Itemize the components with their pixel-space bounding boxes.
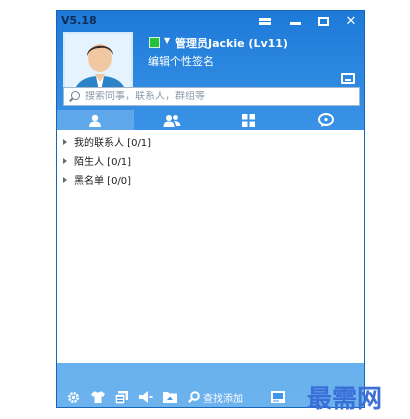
expand-arrow-icon[interactable] <box>63 138 67 145</box>
im-main-window: V5.18 ✕ ▼ 管理员Jackie (Lv11) 编辑个性签名 搜索同事，联… <box>56 10 365 408</box>
maximize-button[interactable] <box>310 13 336 29</box>
message-box-icon[interactable] <box>341 73 355 84</box>
file-transfer-button[interactable] <box>115 390 128 404</box>
search-bar[interactable] <box>63 87 360 106</box>
svg-text:最需网: 最需网 <box>307 384 382 413</box>
expand-arrow-icon[interactable] <box>63 157 67 164</box>
message-manager-button[interactable] <box>271 390 285 404</box>
speaker-icon <box>139 391 153 403</box>
group-label: 我的联系人 [0/1] <box>74 138 152 149</box>
expand-arrow-icon[interactable] <box>63 176 67 183</box>
folder-icon <box>163 392 177 403</box>
title-bar[interactable]: V5.18 ✕ <box>57 11 364 33</box>
status-dropdown-icon[interactable]: ▼ <box>164 36 170 45</box>
close-button[interactable]: ✕ <box>338 13 364 29</box>
shared-folder-button[interactable] <box>163 390 177 404</box>
avatar[interactable] <box>63 32 133 94</box>
group-label: 黑名单 [0/0] <box>74 176 132 187</box>
signature-field[interactable]: 编辑个性签名 <box>148 53 214 69</box>
gear-icon <box>68 391 79 403</box>
shirt-icon <box>91 391 105 403</box>
tab-groups[interactable] <box>134 110 211 130</box>
recent-icon <box>317 113 334 127</box>
search-icon <box>69 91 80 102</box>
group-my-contacts[interactable]: 我的联系人 [0/1] <box>57 132 364 151</box>
watermark-logo: 最需网 <box>307 384 382 413</box>
main-tabs <box>57 110 364 130</box>
contact-list: 我的联系人 [0/1] 陌生人 [0/1] 黑名单 [0/0] <box>57 130 364 363</box>
search-input[interactable] <box>85 91 355 102</box>
user-avatar-icon <box>65 34 131 92</box>
main-menu-button[interactable] <box>252 13 278 29</box>
file-icon <box>115 390 128 404</box>
group-label: 陌生人 [0/1] <box>74 157 132 168</box>
version-label: V5.18 <box>61 14 97 27</box>
contacts-icon <box>89 114 102 127</box>
skin-button[interactable] <box>91 390 105 404</box>
groups-icon <box>163 114 181 127</box>
minimize-button[interactable] <box>282 13 308 29</box>
tab-recent[interactable] <box>287 110 364 130</box>
search-icon <box>188 391 200 403</box>
message-manager-icon <box>271 391 285 403</box>
tab-apps[interactable] <box>211 110 288 130</box>
apps-icon <box>242 113 256 127</box>
tab-contacts[interactable] <box>57 110 134 130</box>
username: 管理员Jackie (Lv11) <box>175 37 288 50</box>
group-strangers[interactable]: 陌生人 [0/1] <box>57 151 364 170</box>
broadcast-button[interactable] <box>139 390 153 404</box>
online-status-icon[interactable] <box>149 37 160 48</box>
group-blacklist[interactable]: 黑名单 [0/0] <box>57 170 364 189</box>
find-add-label: 查找添加 <box>203 393 243 405</box>
find-add-button[interactable]: 查找添加 <box>188 390 243 405</box>
settings-button[interactable] <box>67 390 80 404</box>
